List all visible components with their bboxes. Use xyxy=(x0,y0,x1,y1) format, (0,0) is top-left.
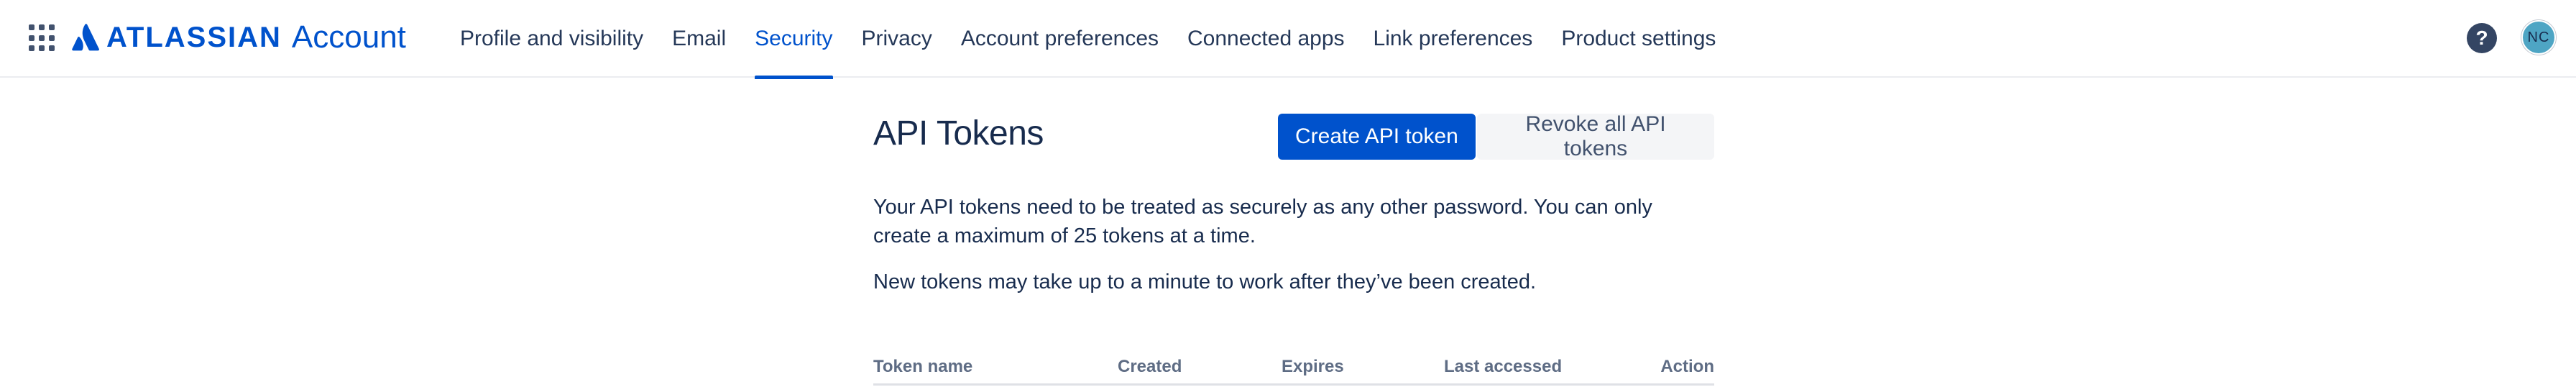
column-header-expires[interactable]: Expires xyxy=(1282,357,1344,377)
top-navigation: ATLASSIAN Account Profile and visibility… xyxy=(0,0,2576,79)
column-header-created[interactable]: Created xyxy=(1118,357,1182,377)
account-tabs: Profile and visibility Email Security Pr… xyxy=(446,0,1730,79)
app-switcher-icon[interactable] xyxy=(29,24,56,52)
avatar[interactable]: NC xyxy=(2521,20,2556,55)
tab-account-preferences[interactable]: Account preferences xyxy=(947,0,1173,78)
help-icon[interactable]: ? xyxy=(2467,23,2497,53)
token-delay-notice-text: New tokens may take up to a minute to wo… xyxy=(873,270,1537,293)
tab-product-settings[interactable]: Product settings xyxy=(1547,0,1730,78)
column-header-token-name[interactable]: Token name xyxy=(873,357,972,377)
tab-link-preferences[interactable]: Link preferences xyxy=(1359,0,1547,78)
atlassian-logo-icon xyxy=(72,24,99,51)
atlassian-account-logo[interactable]: ATLASSIAN Account xyxy=(72,17,406,58)
column-header-action: Action xyxy=(1660,357,1714,376)
column-header-last-accessed[interactable]: Last accessed xyxy=(1444,357,1562,377)
tokens-table-header: Token name Created Expires Last accessed… xyxy=(873,350,1714,386)
tab-connected-apps[interactable]: Connected apps xyxy=(1173,0,1359,78)
tab-profile-and-visibility[interactable]: Profile and visibility xyxy=(446,0,658,78)
create-api-token-button[interactable]: Create API token xyxy=(1278,114,1476,160)
tab-security[interactable]: Security xyxy=(740,0,847,79)
tab-email[interactable]: Email xyxy=(658,0,740,78)
revoke-all-api-tokens-button[interactable]: Revoke all API tokens xyxy=(1477,112,1714,160)
page-title: API Tokens xyxy=(873,114,1044,152)
product-name: Account xyxy=(291,19,406,55)
brand-name: ATLASSIAN xyxy=(106,21,282,53)
security-notice-text: Your API tokens need to be treated as se… xyxy=(873,196,1652,247)
tab-privacy[interactable]: Privacy xyxy=(847,0,947,78)
